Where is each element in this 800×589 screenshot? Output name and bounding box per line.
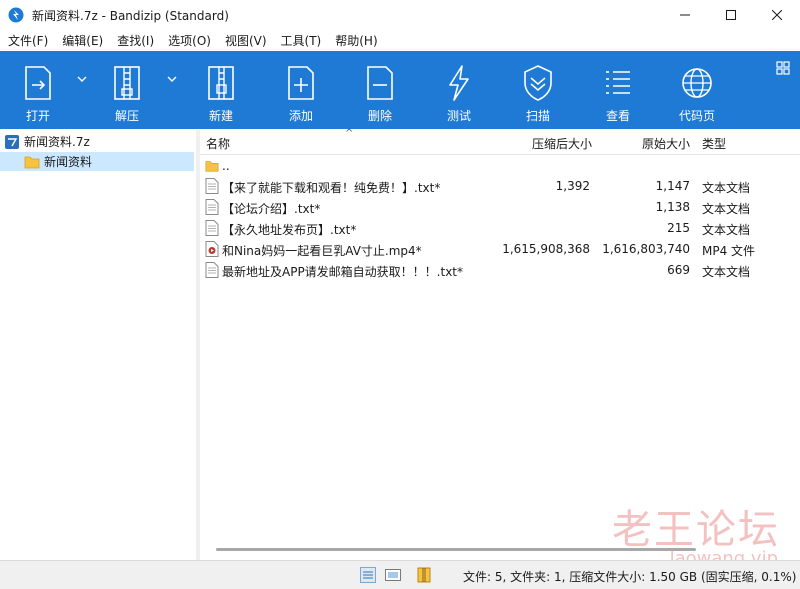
file-original-size: 1,147 bbox=[655, 179, 690, 193]
close-button[interactable] bbox=[754, 0, 800, 30]
minimize-icon bbox=[680, 14, 690, 16]
tree-folder-label: 新闻资料 bbox=[44, 155, 93, 169]
text-file-icon bbox=[205, 178, 219, 194]
table-row[interactable]: 【永久地址发布页】.txt* 215 文本文档 bbox=[200, 218, 800, 238]
text-file-icon bbox=[205, 262, 219, 278]
minimize-button[interactable] bbox=[662, 0, 708, 30]
file-name: 【永久地址发布页】.txt* bbox=[222, 223, 357, 237]
file-name: 【论坛介绍】.txt* bbox=[222, 202, 321, 216]
details-view-icon[interactable] bbox=[360, 567, 376, 583]
new-label: 新建 bbox=[208, 109, 233, 123]
file-original-size: 669 bbox=[667, 263, 690, 277]
menu-find[interactable]: 查找(I) bbox=[110, 32, 161, 49]
file-type: 文本文档 bbox=[702, 181, 751, 195]
col-compressed[interactable]: 压缩后大小 bbox=[532, 135, 592, 152]
menu-help[interactable]: 帮助(H) bbox=[328, 32, 384, 49]
menu-file[interactable]: 文件(F) bbox=[0, 32, 55, 49]
extract-dropdown-icon[interactable] bbox=[166, 73, 178, 85]
status-bar: 文件: 5, 文件夹: 1, 压缩文件大小: 1.50 GB (固实压缩, 0.… bbox=[0, 560, 800, 589]
folder-tree: 新闻资料.7z 新闻资料 bbox=[0, 130, 197, 560]
scan-button[interactable]: 扫描 bbox=[506, 51, 570, 129]
window-title: 新闻资料.7z - Bandizip (Standard) bbox=[32, 8, 229, 23]
tree-item-archive[interactable]: 新闻资料.7z bbox=[4, 132, 90, 151]
menu-bar: 文件(F) 编辑(E) 查找(I) 选项(O) 视图(V) 工具(T) 帮助(H… bbox=[0, 30, 800, 51]
table-row[interactable]: .. bbox=[200, 156, 800, 176]
title-bar: 新闻资料.7z - Bandizip (Standard) bbox=[0, 0, 800, 30]
open-icon bbox=[25, 66, 51, 100]
bandizip-app-icon bbox=[8, 7, 24, 23]
file-compressed-size: 1,392 bbox=[555, 179, 590, 193]
maximize-icon bbox=[726, 10, 736, 20]
col-original[interactable]: 原始大小 bbox=[642, 135, 690, 152]
test-button[interactable]: 测试 bbox=[427, 51, 491, 129]
lightning-icon bbox=[449, 65, 469, 101]
open-dropdown-icon[interactable] bbox=[76, 73, 88, 85]
video-file-icon bbox=[205, 241, 219, 257]
file-type: 文本文档 bbox=[702, 265, 751, 279]
new-archive-icon bbox=[208, 66, 234, 100]
list-view-icon bbox=[606, 71, 630, 94]
open-label: 打开 bbox=[25, 109, 50, 123]
archive-info-icon[interactable] bbox=[416, 567, 432, 583]
maximize-button[interactable] bbox=[708, 0, 754, 30]
menu-edit[interactable]: 编辑(E) bbox=[55, 32, 110, 49]
extract-button[interactable]: 解压 bbox=[95, 51, 159, 129]
menu-options[interactable]: 选项(O) bbox=[161, 32, 218, 49]
file-name: 和Nina妈妈一起看巨乳AV寸止.mp4* bbox=[222, 244, 422, 258]
scan-label: 扫描 bbox=[525, 109, 550, 123]
folder-icon bbox=[24, 156, 40, 168]
globe-icon bbox=[682, 68, 712, 98]
add-file-icon bbox=[288, 66, 314, 100]
watermark: 老王论坛 bbox=[612, 507, 780, 553]
delete-label: 删除 bbox=[367, 109, 392, 123]
file-type: 文本文档 bbox=[702, 202, 751, 216]
file-name: .. bbox=[222, 159, 230, 173]
file-compressed-size: 1,615,908,368 bbox=[502, 242, 590, 256]
layout-toggle-icon[interactable] bbox=[776, 61, 790, 75]
menu-tools[interactable]: 工具(T) bbox=[274, 32, 329, 49]
menu-view[interactable]: 视图(V) bbox=[218, 32, 274, 49]
close-icon bbox=[772, 10, 782, 20]
table-row[interactable]: 最新地址及APP请发邮箱自动获取！！！.txt* 669 文本文档 bbox=[200, 260, 800, 280]
file-original-size: 1,138 bbox=[655, 200, 690, 214]
add-label: 添加 bbox=[288, 109, 313, 123]
toolbar: 打开 解压 新建 添加 删除 测试 扫描 查看 代码页 bbox=[0, 51, 800, 129]
file-original-size: 1,616,803,740 bbox=[602, 242, 690, 256]
col-type[interactable]: 类型 bbox=[702, 135, 726, 152]
table-row[interactable]: 和Nina妈妈一起看巨乳AV寸止.mp4* 1,615,908,368 1,61… bbox=[200, 239, 800, 259]
tree-archive-label: 新闻资料.7z bbox=[24, 135, 90, 149]
delete-file-icon bbox=[367, 66, 393, 100]
codepage-label: 代码页 bbox=[678, 109, 715, 123]
file-list: ^ 名称 压缩后大小 原始大小 类型 .. 【来了就能下载和观看！纯免费！】.t… bbox=[200, 128, 800, 560]
extract-icon bbox=[114, 66, 140, 100]
delete-button[interactable]: 删除 bbox=[348, 51, 412, 129]
file-name: 最新地址及APP请发邮箱自动获取！！！.txt* bbox=[222, 265, 464, 279]
open-button[interactable]: 打开 bbox=[6, 51, 70, 129]
view-button[interactable]: 查看 bbox=[586, 51, 650, 129]
test-label: 测试 bbox=[446, 109, 471, 123]
shield-icon bbox=[524, 65, 552, 101]
file-type: 文本文档 bbox=[702, 223, 751, 237]
codepage-button[interactable]: 代码页 bbox=[665, 51, 729, 129]
thumbnail-view-icon[interactable] bbox=[385, 567, 401, 583]
file-original-size: 215 bbox=[667, 221, 690, 235]
new-button[interactable]: 新建 bbox=[189, 51, 253, 129]
file-name: 【来了就能下载和观看！纯免费！】.txt* bbox=[222, 181, 441, 195]
add-button[interactable]: 添加 bbox=[269, 51, 333, 129]
column-header: ^ 名称 压缩后大小 原始大小 类型 bbox=[200, 128, 800, 155]
col-name[interactable]: 名称 bbox=[206, 135, 230, 152]
tree-item-folder[interactable]: 新闻资料 bbox=[0, 152, 194, 171]
text-file-icon bbox=[205, 199, 219, 215]
extract-label: 解压 bbox=[114, 109, 139, 123]
view-label: 查看 bbox=[605, 109, 630, 123]
status-text: 文件: 5, 文件夹: 1, 压缩文件大小: 1.50 GB (固实压缩, 0.… bbox=[463, 570, 797, 584]
table-row[interactable]: 【来了就能下载和观看！纯免费！】.txt* 1,392 1,147 文本文档 bbox=[200, 176, 800, 196]
text-file-icon bbox=[205, 220, 219, 236]
file-type: MP4 文件 bbox=[702, 244, 756, 258]
7z-archive-icon bbox=[5, 134, 19, 149]
table-row[interactable]: 【论坛介绍】.txt* 1,138 文本文档 bbox=[200, 197, 800, 217]
folder-icon bbox=[205, 161, 219, 172]
sort-ascending-icon: ^ bbox=[345, 128, 354, 139]
